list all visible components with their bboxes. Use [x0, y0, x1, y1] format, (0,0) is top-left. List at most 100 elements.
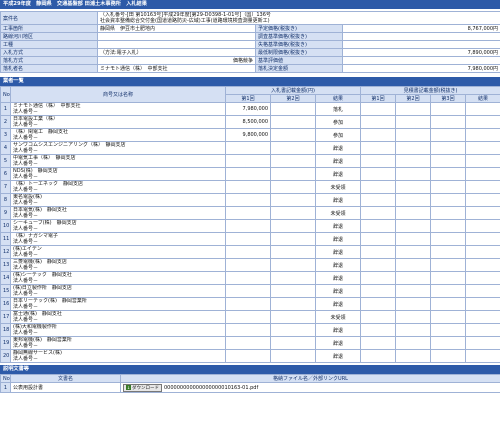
bid-round1 [225, 349, 271, 363]
info-value-right [341, 40, 500, 49]
info-label: 入札方式 [0, 48, 98, 57]
bidder-corp-number: 法人番号－ [13, 161, 39, 167]
bid-round1: 7,980,000 [225, 102, 271, 116]
bidder-no: 6 [0, 167, 11, 181]
bid-result: 辞退 [314, 219, 362, 233]
info-label-right: 調査基準価格(税抜き) [255, 32, 343, 41]
info-label-right: 基準評価値 [255, 56, 343, 65]
bidder-corp-number: 法人番号－ [13, 291, 39, 297]
negotiation-cell [430, 232, 467, 246]
download-button[interactable]: ↓ ダウンロード [123, 383, 162, 392]
negotiation-cell [360, 193, 397, 207]
negotiation-cell [465, 193, 500, 207]
negotiation-cell [465, 349, 500, 363]
bidder-corp-number: 法人番号－ [13, 174, 39, 180]
negotiation-cell [430, 167, 467, 181]
bidder-name-cell: 日本リーテック(株) 静岡営業所 法人番号－ [10, 297, 226, 311]
negotiation-cell [360, 167, 397, 181]
bidder-name-cell: ミナモト通信（株） 中部支社 法人番号－ [10, 102, 226, 116]
bidder-corp-number: 法人番号－ [13, 317, 39, 323]
docs-col-file-header: 格納ファイル名／外部リンクURL [120, 374, 500, 383]
negotiation-cell [465, 128, 500, 142]
negotiation-cell [430, 154, 467, 168]
col-round1-header: 第1回 [225, 94, 271, 103]
bidder-no: 1 [0, 102, 11, 116]
bidder-corp-number: 法人番号－ [13, 239, 39, 245]
negotiation-cell [360, 102, 397, 116]
bidder-no: 3 [0, 128, 11, 142]
bid-round1 [225, 271, 271, 285]
bid-round1 [225, 310, 271, 324]
col-result-header: 結果 [314, 94, 362, 103]
bid-result: 辞退 [314, 258, 362, 272]
bidder-name-cell: NDS(株) 静岡支店 法人番号－ [10, 167, 226, 181]
bidder-no: 19 [0, 336, 11, 350]
negotiation-cell [465, 245, 500, 259]
bidder-no: 8 [0, 193, 11, 207]
negotiation-cell [395, 154, 432, 168]
bid-round1 [225, 206, 271, 220]
negotiation-cell [395, 258, 432, 272]
negotiation-cell [395, 232, 432, 246]
info-label: 工種 [0, 40, 98, 49]
bidder-row: 1 ミナモト通信（株） 中部支社 法人番号－ 7,980,000 落札 [0, 102, 500, 116]
negotiation-cell [465, 115, 500, 129]
info-label-right: 失格基準価格(税抜き) [255, 40, 343, 49]
negotiation-cell [360, 219, 397, 233]
bidder-row: 3 （株）閏電工 静岡支社 法人番号－ 9,800,000 参加 [0, 128, 500, 142]
bid-result: 辞退 [314, 245, 362, 259]
info-label-right: 最低制限価格(税抜き) [255, 48, 343, 57]
bid-result: 辞退 [314, 154, 362, 168]
negotiation-cell [430, 141, 467, 155]
bid-round2 [270, 310, 316, 324]
bid-result: 辞退 [314, 232, 362, 246]
info-value-line: （方法:電子入札） [100, 49, 142, 56]
info-value: 静岡県 伊豆市土肥地内 [97, 24, 256, 33]
info-label: 路線河川地区 [0, 32, 98, 41]
bid-result: 辞退 [314, 167, 362, 181]
bidder-row: 2 日本電設工業（株） 法人番号－ 8,500,000 参加 [0, 115, 500, 129]
negotiation-cell [395, 167, 432, 181]
bidder-no: 2 [0, 115, 11, 129]
bidder-row: 11 （株）ナガシマ電子 法人番号－ 辞退 [0, 232, 500, 246]
bidder-name-cell: 三菱電機(株) 静岡支店 法人番号－ [10, 258, 226, 272]
bidder-corp-number: 法人番号－ [13, 148, 39, 154]
info-row: 入札方式 （方法:電子入札） 最低制限価格(税抜き) 7,890,000円 [0, 48, 500, 57]
bid-round1 [225, 323, 271, 337]
negotiation-cell [430, 310, 467, 324]
info-label: 落札者名 [0, 64, 98, 73]
bidder-name-cell: 日本電気(株) 静岡支社 法人番号－ [10, 206, 226, 220]
docs-col-no-header: No [0, 374, 11, 383]
bid-round1 [225, 232, 271, 246]
bid-round2 [270, 141, 316, 155]
info-value [97, 40, 256, 49]
bid-result: 未受領 [314, 310, 362, 324]
bidder-corp-number: 法人番号－ [13, 213, 39, 219]
negotiation-cell [465, 141, 500, 155]
bidder-name-cell: 東邦電機(株) 静岡営業所 法人番号－ [10, 336, 226, 350]
negotiation-cell [395, 102, 432, 116]
bid-round2 [270, 193, 316, 207]
bidder-row: 18 (株)大和電機製作所 法人番号－ 辞退 [0, 323, 500, 337]
bid-round1: 9,800,000 [225, 128, 271, 142]
info-value-right: 7,890,000円 [341, 48, 500, 57]
bid-round2 [270, 245, 316, 259]
bidder-row: 5 中電気工事（株） 静岡支店 法人番号－ 辞退 [0, 154, 500, 168]
col-round2-header: 第2回 [270, 94, 316, 103]
bidder-name-cell: サンワコムシスエンジニアリング（株） 静岡支店 法人番号－ [10, 141, 226, 155]
bid-result: 落札 [314, 102, 362, 116]
negotiation-cell [430, 297, 467, 311]
info-value-line [100, 34, 253, 40]
negotiation-cell [360, 271, 397, 285]
col-n3-header: 第3回 [430, 94, 467, 103]
negotiation-cell [395, 245, 432, 259]
negotiation-cell [465, 232, 500, 246]
negotiation-cell [360, 141, 397, 155]
col-negot-group-header: 見積書記載金額(税抜き) [360, 86, 500, 95]
bidders-table: No 商号又は名称 入札書記載金額(円) 見積書記載金額(税抜き) 第1回 第2… [0, 86, 500, 363]
bidder-corp-number: 法人番号－ [13, 265, 39, 271]
bidder-no: 4 [0, 141, 11, 155]
bidder-no: 16 [0, 297, 11, 311]
bidder-name-cell: シーキューブ(株) 静岡支店 法人番号－ [10, 219, 226, 233]
doc-file-link[interactable]: 000000000000000000010163-01.pdf [164, 385, 258, 391]
